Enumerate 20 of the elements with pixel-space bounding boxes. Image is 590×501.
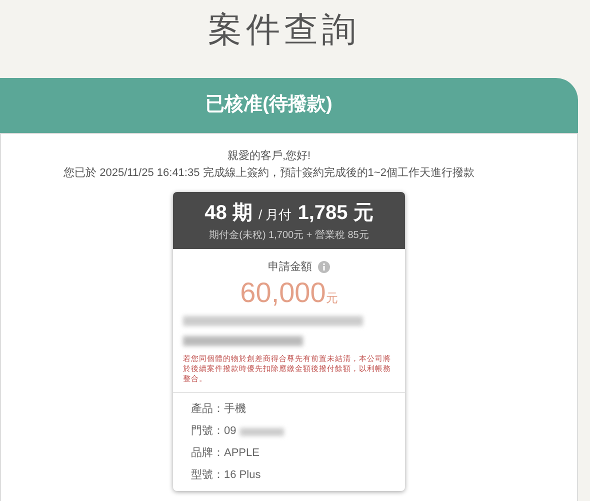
amount-value: 60,000: [240, 276, 326, 310]
detail-value: 16 Plus: [224, 468, 261, 484]
monthly-amount: 1,785 元: [298, 201, 374, 226]
detail-label: 品牌：: [191, 446, 224, 462]
info-icon[interactable]: [318, 261, 330, 274]
detail-value: APPLE: [224, 446, 260, 462]
detail-label: 產品：: [191, 402, 224, 418]
status-text: 已核准(待撥款): [206, 92, 332, 118]
amount-unit: 元: [326, 290, 338, 306]
detail-value: 手機: [224, 402, 246, 418]
payment-breakdown: 期付金(未稅) 1,700元 + 營業稅 85元: [209, 228, 369, 243]
amount-label: 申請金額: [268, 260, 312, 275]
detail-label: 門號：: [191, 424, 224, 440]
greeting-text: 親愛的客戶,您好!: [227, 148, 311, 164]
message-text: 您已於 2025/11/25 16:41:35 完成線上簽約，預計簽約完成後的1~2個工作天進行撥款: [64, 166, 474, 181]
detail-value: 09: [224, 424, 236, 440]
detail-label: 型號：: [191, 468, 224, 484]
monthly-label: / 月付: [258, 206, 292, 224]
page-title: 案件查詢: [208, 10, 360, 51]
period-count: 48 期: [204, 201, 252, 226]
